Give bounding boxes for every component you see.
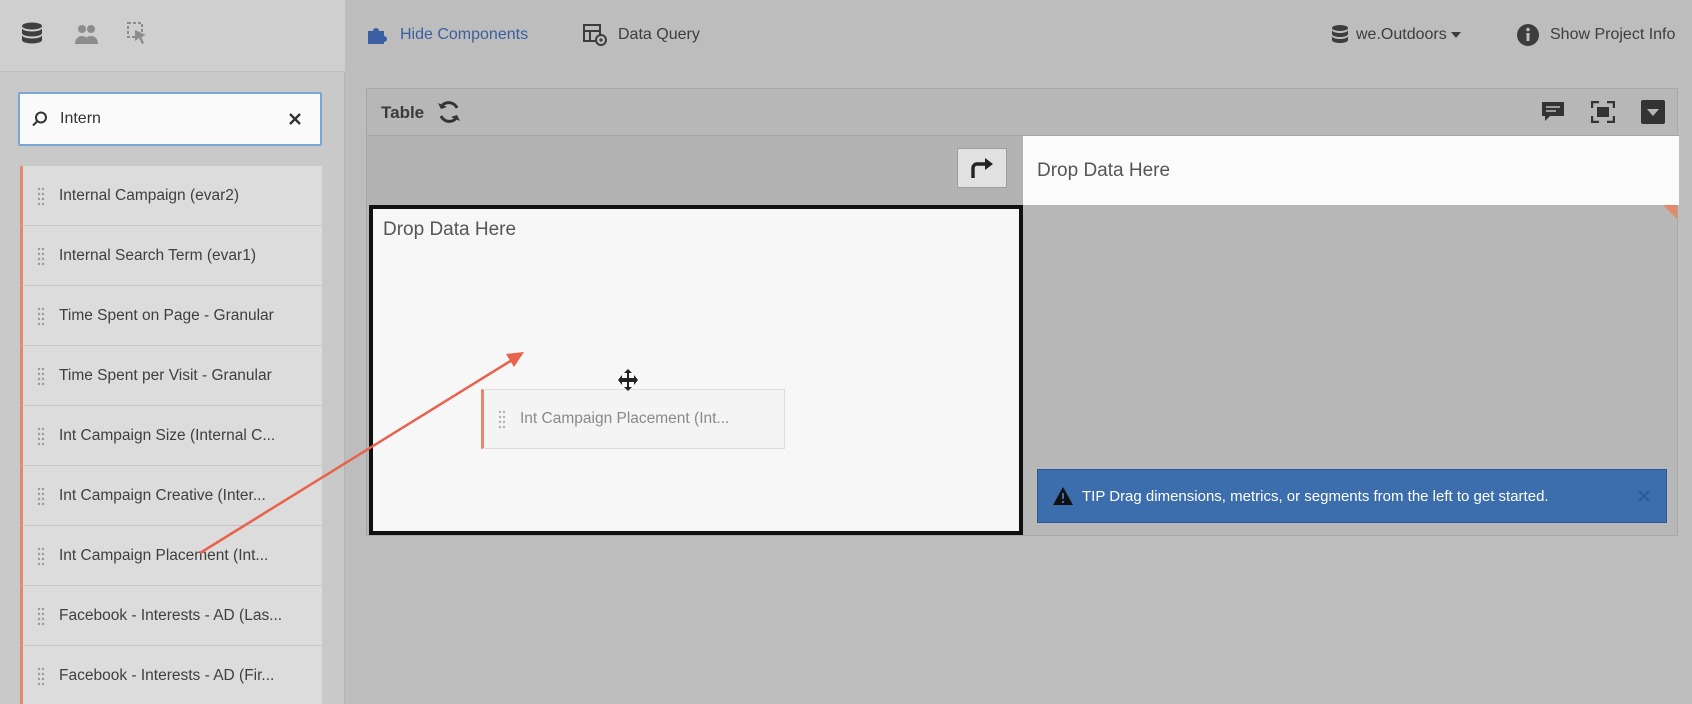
drag-handle-icon[interactable] [23,306,59,326]
data-query-icon [583,24,607,46]
list-item-label: Int Campaign Creative (Inter... [59,486,266,504]
list-item-label: Facebook - Interests - AD (Las... [59,606,283,624]
visualizations-tab[interactable] [70,18,102,50]
list-item[interactable]: Internal Search Term (evar1) [20,226,322,286]
drag-handle-icon[interactable] [23,606,59,626]
drag-handle-icon[interactable] [23,366,59,386]
show-project-info-label: Show Project Info [1550,26,1676,43]
list-item[interactable]: Time Spent per Visit - Granular [20,346,322,406]
corner-flag [1663,205,1677,219]
close-icon [1638,490,1650,502]
hide-components-button[interactable]: Hide Components [366,20,528,50]
info-icon [1517,24,1539,46]
database-icon [1332,25,1348,43]
component-search[interactable] [18,92,322,146]
drag-handle-icon [484,409,520,429]
sidebar-tabs [0,0,345,72]
list-item[interactable]: Time Spent on Page - Granular [20,286,322,346]
list-item[interactable]: Facebook - Interests - AD (Fir... [20,646,322,704]
row-drop-label: Drop Data Here [383,219,517,240]
table-header-left [367,135,1023,205]
move-cursor-icon [618,369,638,391]
data-sources-tab[interactable] [16,18,48,50]
hide-components-label: Hide Components [400,26,529,43]
data-query-label: Data Query [618,26,700,43]
top-toolbar: Hide Components Data Query we.Outdoors S… [346,0,1692,68]
drag-handle-icon[interactable] [23,546,59,566]
swap-arrows-icon [971,158,993,178]
panels-tab[interactable] [122,18,154,50]
clear-search-button[interactable] [284,108,306,130]
refresh-icon [438,101,460,123]
users-icon [75,25,98,44]
drag-handle-icon[interactable] [23,186,59,206]
report-suite-dropdown[interactable]: we.Outdoors [1330,20,1461,50]
comment-button[interactable] [1539,99,1567,125]
panel-options-dropdown[interactable] [1639,99,1667,125]
list-item-label: Internal Search Term (evar1) [59,246,256,264]
drag-handle-icon[interactable] [23,246,59,266]
panel-header: Table [367,89,1677,135]
freeform-table-panel: Table Drop Data Here Drop Data Here Int … [366,88,1679,536]
data-query-button[interactable]: Data Query [582,20,700,50]
components-sidebar: Internal Campaign (evar2) Internal Searc… [0,0,345,704]
chevron-down-icon [1641,100,1665,124]
close-icon [289,113,301,125]
refresh-button[interactable] [435,99,463,125]
swap-axes-button[interactable] [957,148,1007,188]
search-icon [32,111,47,127]
cursor-select-icon [127,22,146,44]
search-input[interactable] [60,110,280,128]
tip-text: TIP Drag dimensions, metrics, or segment… [1082,487,1549,505]
column-drop-label: Drop Data Here [1037,160,1171,181]
dragged-component[interactable]: Int Campaign Placement (Int... [481,389,785,449]
chevron-down-icon [1450,32,1461,38]
list-item-label: Internal Campaign (evar2) [59,186,240,204]
list-item-label: Int Campaign Size (Internal C... [59,426,276,444]
fullscreen-icon [1591,101,1615,123]
report-suite-label: we.Outdoors [1356,26,1447,43]
drag-handle-icon[interactable] [23,486,59,506]
column-drop-zone[interactable]: Drop Data Here [1023,135,1679,205]
database-icon [22,22,42,44]
list-item-label: Int Campaign Placement (Int... [59,546,269,564]
row-drop-zone[interactable]: Drop Data Here Int Campaign Placement (I… [369,205,1023,535]
list-item-label: Facebook - Interests - AD (Fir... [59,666,275,684]
puzzle-icon [368,28,387,44]
list-item-label: Time Spent per Visit - Granular [59,366,272,384]
drag-handle-icon[interactable] [23,666,59,686]
panel-title: Table [381,103,425,122]
list-item[interactable]: Internal Campaign (evar2) [20,166,322,226]
show-project-info-button[interactable]: Show Project Info [1516,20,1675,50]
warning-icon [1053,487,1073,505]
close-tip-button[interactable] [1634,486,1654,506]
list-item[interactable]: Int Campaign Placement (Int... [20,526,322,586]
component-list: Internal Campaign (evar2) Internal Searc… [20,166,322,704]
list-item[interactable]: Facebook - Interests - AD (Las... [20,586,322,646]
tip-banner: TIP Drag dimensions, metrics, or segment… [1037,469,1667,523]
list-item[interactable]: Int Campaign Size (Internal C... [20,406,322,466]
dragged-component-label: Int Campaign Placement (Int... [520,410,730,427]
fullscreen-button[interactable] [1589,99,1617,125]
list-item-label: Time Spent on Page - Granular [59,306,274,324]
drag-handle-icon[interactable] [23,426,59,446]
comment-icon [1542,102,1564,121]
list-item[interactable]: Int Campaign Creative (Inter... [20,466,322,526]
